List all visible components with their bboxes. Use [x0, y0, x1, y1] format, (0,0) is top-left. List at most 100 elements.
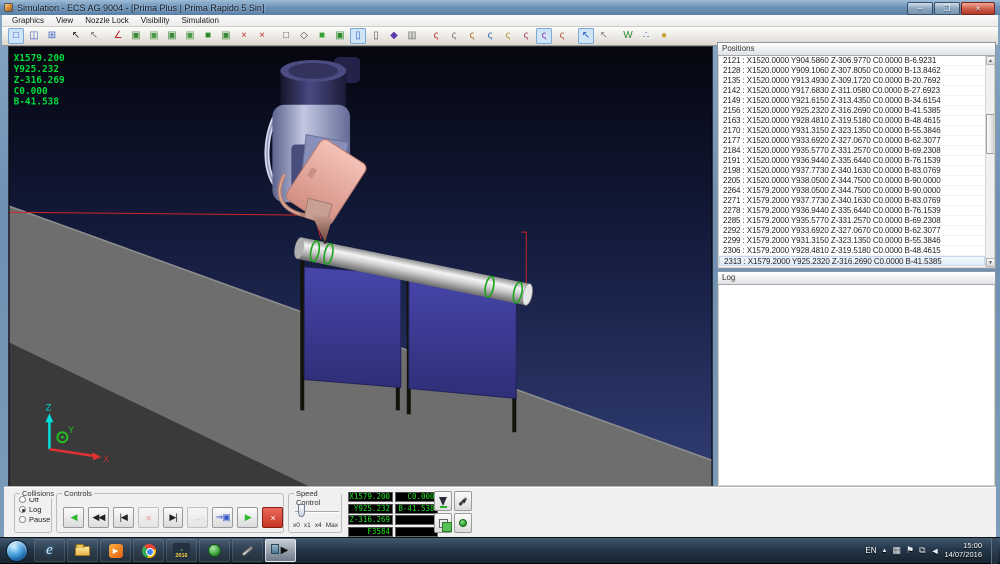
position-row[interactable]: 2198 : X1520.0000 Y937.7730 Z-340.1630 C…	[719, 166, 985, 176]
position-row[interactable]: 2299 : X1579.2000 Y931.3150 Z-323.1350 C…	[719, 236, 985, 246]
nozzle-view-button[interactable]	[434, 491, 452, 511]
collision-mode-radio[interactable]: Log	[19, 505, 51, 514]
playback-button[interactable]: →▫	[187, 507, 208, 528]
toolbar-button[interactable]: ↖	[578, 28, 594, 44]
position-row[interactable]: 2135 : X1520.0000 Y913.4930 Z-309.1720 C…	[719, 76, 985, 86]
toolbar-button[interactable]: ↖	[68, 28, 84, 44]
display-icon[interactable]: ⧉	[919, 545, 925, 556]
maximize-button[interactable]: ❐	[934, 2, 960, 15]
taskbar-cad-2016-app[interactable]: ⌄ 2016	[166, 539, 197, 562]
position-row[interactable]: 2306 : X1579.2000 Y928.4810 Z-319.5180 C…	[719, 246, 985, 256]
position-row[interactable]: 2264 : X1579.2000 Y938.0500 Z-344.7500 C…	[719, 186, 985, 196]
position-row[interactable]: 2292 : X1579.2000 Y933.6920 Z-327.0670 C…	[719, 226, 985, 236]
position-row[interactable]: 2121 : X1520.0000 Y904.5860 Z-306.9770 C…	[719, 56, 985, 66]
toolbar-button[interactable]: ●	[656, 28, 672, 44]
positions-scrollbar[interactable]: ▲ ▼	[985, 56, 994, 267]
toolbar-button[interactable]: ς	[482, 28, 498, 44]
position-row[interactable]: 2271 : X1579.2000 Y937.7730 Z-340.1630 C…	[719, 196, 985, 206]
toolbar-button[interactable]: ◫	[26, 28, 42, 44]
playback-button[interactable]: ◀◀	[88, 507, 109, 528]
annotate-button[interactable]	[454, 491, 472, 511]
toolbar-button[interactable]: ▣	[182, 28, 198, 44]
toolbar-button[interactable]	[421, 28, 427, 44]
taskbar-design-tool[interactable]	[232, 539, 263, 562]
playback-button[interactable]: ◀	[63, 507, 84, 528]
speed-slider-thumb[interactable]	[298, 504, 305, 517]
action-center-flag-icon[interactable]: ⚑	[906, 545, 914, 556]
menu-item[interactable]: Nozzle Lock	[79, 16, 135, 25]
language-indicator[interactable]: EN	[865, 546, 876, 555]
position-row[interactable]: 2142 : X1520.0000 Y917.6830 Z-311.0580 C…	[719, 86, 985, 96]
toolbar-button[interactable]: ∠	[110, 28, 126, 44]
network-icon[interactable]: ▦	[893, 545, 902, 556]
toolbar-button[interactable]: ◇	[296, 28, 312, 44]
taskbar-file-explorer[interactable]	[67, 539, 98, 562]
toolbar-button[interactable]: □	[278, 28, 294, 44]
toolbar-button[interactable]: ς	[428, 28, 444, 44]
toolbar-button[interactable]: ▯	[368, 28, 384, 44]
toolbar-button[interactable]: ↖	[596, 28, 612, 44]
close-button[interactable]: ×	[961, 2, 995, 15]
volume-icon[interactable]: ◄	[931, 546, 940, 556]
show-desktop-button[interactable]	[991, 538, 998, 564]
toolbar-button[interactable]: W	[620, 28, 636, 44]
toolbar-button[interactable]: ◆	[386, 28, 402, 44]
menu-item[interactable]: Simulation	[176, 16, 225, 25]
minimize-button[interactable]: –	[907, 2, 933, 15]
toolbar-button[interactable]	[571, 28, 577, 44]
toolbar-button[interactable]: ↖	[86, 28, 102, 44]
title-bar[interactable]: Simulation - ECS AG 9004 - [Prima Plus |…	[0, 0, 1000, 15]
simulation-viewport[interactable]: Z X Y X1579.200 Y925.232 Z-316.269 C0.00…	[8, 46, 713, 487]
position-row[interactable]: 2191 : X1520.0000 Y936.9440 Z-335.6440 C…	[719, 156, 985, 166]
position-row[interactable]: 2156 : X1520.0000 Y925.2320 Z-316.2690 C…	[719, 106, 985, 116]
toolbar-button[interactable]: ▯	[350, 28, 366, 44]
position-row[interactable]: 2163 : X1520.0000 Y928.4810 Z-319.5180 C…	[719, 116, 985, 126]
marker-button[interactable]	[454, 513, 472, 533]
playback-button[interactable]: ▶|	[163, 507, 184, 528]
playback-button[interactable]: ⇒▣	[212, 507, 233, 528]
taskbar-simulation-active[interactable]: ▶	[265, 539, 296, 562]
position-row[interactable]: 2177 : X1520.0000 Y933.6920 Z-327.0670 C…	[719, 136, 985, 146]
toolbar-button[interactable]: ς	[446, 28, 462, 44]
position-row[interactable]: 2205 : X1520.0000 Y938.0500 Z-344.7500 C…	[719, 176, 985, 186]
playback-button[interactable]: ■	[138, 507, 159, 528]
toolbar-button[interactable]: ■	[314, 28, 330, 44]
scroll-down-arrow[interactable]: ▼	[986, 258, 994, 267]
position-row[interactable]: 2278 : X1579.2000 Y936.9440 Z-335.6440 C…	[719, 206, 985, 216]
sheets-button[interactable]	[434, 513, 452, 533]
position-row[interactable]: 2285 : X1579.2000 Y935.5770 Z-331.2570 C…	[719, 216, 985, 226]
collision-mode-radio[interactable]: Pause	[19, 515, 51, 524]
toolbar-button[interactable]	[61, 28, 67, 44]
position-row[interactable]: 2128 : X1520.0000 Y909.1060 Z-307.8050 C…	[719, 66, 985, 76]
positions-list[interactable]: 2121 : X1520.0000 Y904.5860 Z-306.9770 C…	[719, 56, 985, 267]
toolbar-button[interactable]: ■	[200, 28, 216, 44]
menu-item[interactable]: Visibility	[135, 16, 176, 25]
toolbar-button[interactable]: ⊞	[44, 28, 60, 44]
toolbar-button[interactable]: □	[8, 28, 24, 44]
menu-item[interactable]: Graphics	[6, 16, 50, 25]
playback-button[interactable]: ▶	[237, 507, 258, 528]
playback-button[interactable]: ×	[262, 507, 283, 528]
taskbar-clock[interactable]: 15:00 14/07/2016	[944, 542, 986, 559]
toolbar-button[interactable]: ▥	[404, 28, 420, 44]
position-row[interactable]: 2170 : X1520.0000 Y931.3150 Z-323.1350 C…	[719, 126, 985, 136]
toolbar-button[interactable]: ▣	[164, 28, 180, 44]
toolbar-button[interactable]: ▣	[218, 28, 234, 44]
toolbar-button[interactable]	[271, 28, 277, 44]
toolbar-button[interactable]: ×	[254, 28, 270, 44]
menu-item[interactable]: View	[50, 16, 79, 25]
toolbar-button[interactable]: ∴	[638, 28, 654, 44]
scroll-thumb[interactable]	[986, 114, 994, 154]
hidden-icons-chevron[interactable]: ▲	[882, 548, 888, 554]
toolbar-button[interactable]: ς	[536, 28, 552, 44]
toolbar-button[interactable]: ς	[500, 28, 516, 44]
taskbar-ecs-app[interactable]	[199, 539, 230, 562]
toolbar-button[interactable]: ς	[464, 28, 480, 44]
position-row[interactable]: 2149 : X1520.0000 Y921.6150 Z-313.4350 C…	[719, 96, 985, 106]
position-row[interactable]: 2313 : X1579.2000 Y925.2320 Z-316.2690 C…	[719, 256, 985, 266]
toolbar-button[interactable]	[613, 28, 619, 44]
taskbar-internet-explorer[interactable]: e	[34, 539, 65, 562]
toolbar-button[interactable]: ς	[518, 28, 534, 44]
position-row[interactable]: 2184 : X1520.0000 Y935.5770 Z-331.2570 C…	[719, 146, 985, 156]
toolbar-button[interactable]: ς	[554, 28, 570, 44]
